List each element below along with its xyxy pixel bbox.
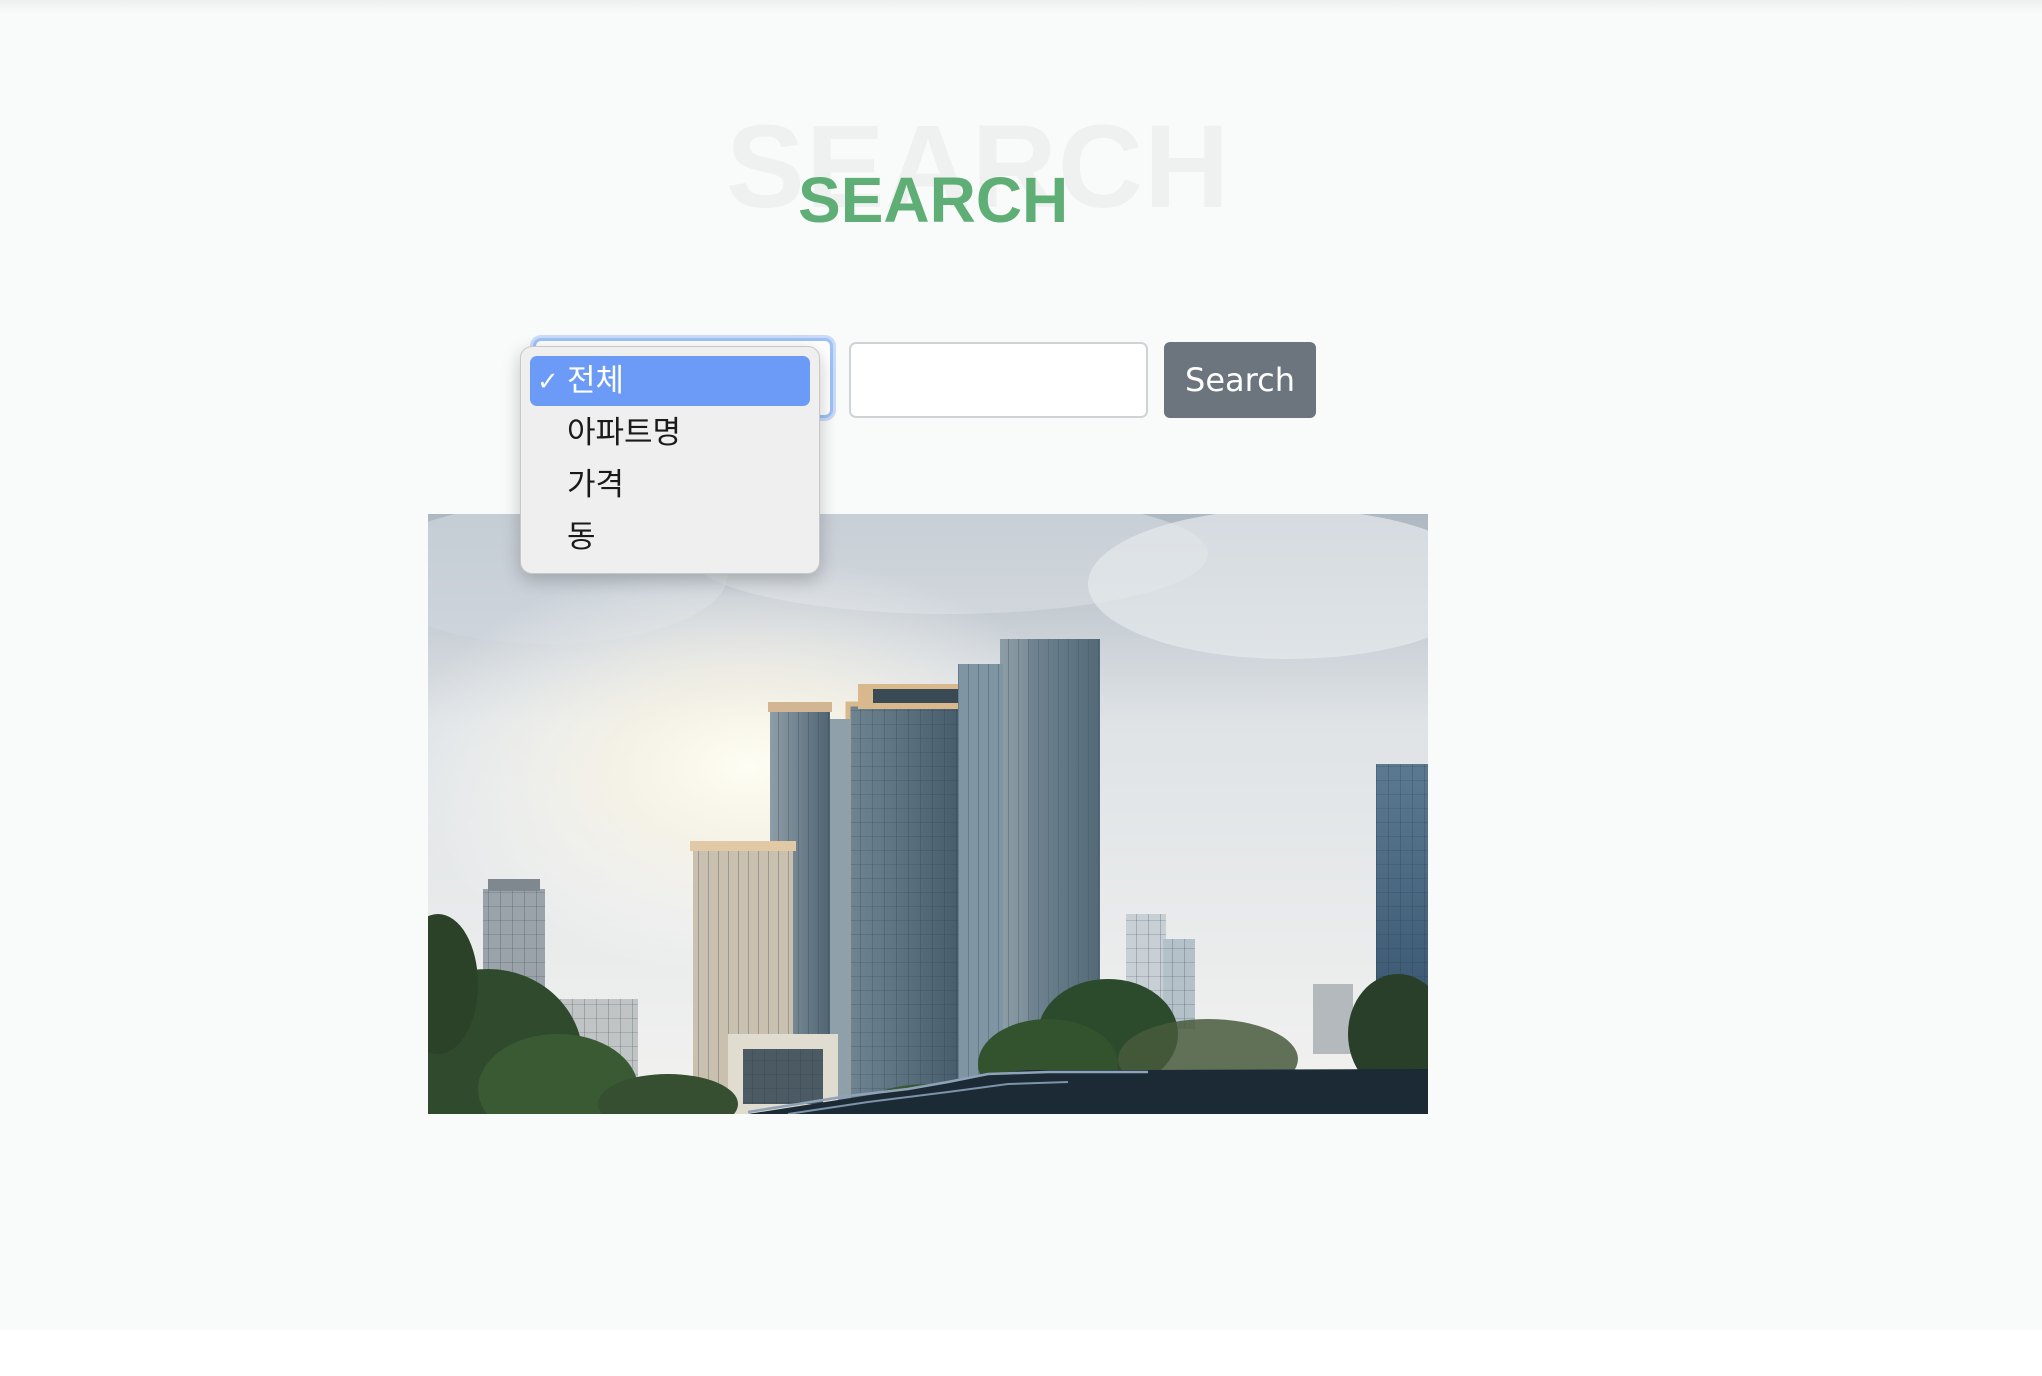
option-label: 아파트명 [567,415,682,451]
dropdown-option-apartment-name[interactable]: 아파트명 [530,408,810,458]
search-input[interactable] [849,342,1148,418]
dropdown-option-dong[interactable]: 동 [530,512,810,562]
option-label: 동 [567,519,596,555]
page-title: SEARCH [798,164,1069,236]
option-label: 전체 [567,363,625,399]
city-buildings-photo [428,514,1428,1114]
page-footer-strip [0,1330,2042,1376]
option-label: 가격 [567,467,625,503]
dropdown-option-all[interactable]: ✓ 전체 [530,356,810,406]
check-icon: ✓ [537,367,559,397]
search-button[interactable]: Search [1164,342,1316,418]
top-bar-shade [0,0,2042,14]
title-section: SEARCH SEARCH [700,100,1229,260]
dropdown-option-price[interactable]: 가격 [530,460,810,510]
category-dropdown-menu: ✓ 전체 아파트명 가격 동 [520,346,820,574]
